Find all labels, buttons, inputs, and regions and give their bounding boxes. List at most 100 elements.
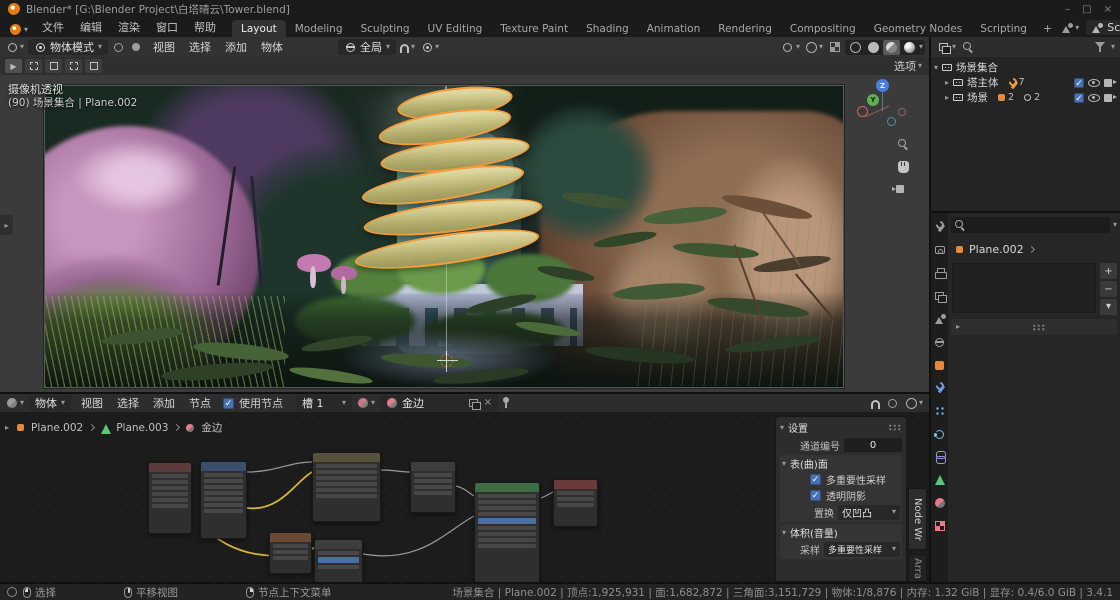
select-new-button[interactable] xyxy=(45,59,62,73)
node-header[interactable] xyxy=(270,533,311,542)
breadcrumb-object[interactable]: Plane.002 xyxy=(969,243,1024,256)
node-header[interactable] xyxy=(201,462,246,471)
slot-specials-button[interactable]: ▾ xyxy=(1100,299,1117,315)
outliner-row[interactable]: ▸ 场景 2 2 ✓ xyxy=(931,90,1120,105)
breadcrumb-mesh[interactable]: Plane.003 xyxy=(116,422,168,434)
pin-icon[interactable] xyxy=(501,397,510,409)
properties-tab-modifiers[interactable] xyxy=(934,382,946,394)
axis-x-handle[interactable] xyxy=(857,106,868,117)
mode-options-button[interactable] xyxy=(128,41,144,53)
axis-y-handle[interactable]: Y xyxy=(867,94,879,106)
sampling-dropdown[interactable]: 多重要性采样 ▾ xyxy=(824,541,900,557)
outliner-row[interactable]: ▾ 场景集合 xyxy=(931,60,1120,75)
node-header[interactable] xyxy=(475,483,539,492)
editor-type-button[interactable]: ▾ xyxy=(4,397,26,409)
use-nodes-checkbox[interactable]: ✓ 使用节点 xyxy=(221,395,285,411)
selectable-checkbox[interactable]: ✓ xyxy=(1074,92,1084,104)
properties-tab-constraints[interactable] xyxy=(934,451,946,464)
shading-material-button[interactable] xyxy=(882,39,900,55)
camera-view[interactable] xyxy=(44,85,844,388)
render-visibility-icon[interactable] xyxy=(1104,93,1117,102)
viewport-menu-item[interactable]: 添加 xyxy=(218,39,254,55)
chevron-icon[interactable]: ▸ xyxy=(945,78,949,87)
shader-node[interactable] xyxy=(553,479,598,527)
slot-dropdown[interactable]: 槽 1 ▾ xyxy=(296,395,353,411)
gizmos-toggle[interactable]: ▾ xyxy=(780,41,802,53)
shading-solid-button[interactable] xyxy=(865,40,882,55)
shading-rendered-button[interactable] xyxy=(901,40,918,55)
menubar-item[interactable]: 编辑 xyxy=(72,17,110,37)
properties-tab-scene[interactable] xyxy=(934,313,946,325)
node-header[interactable] xyxy=(313,453,380,462)
viewport-canvas[interactable]: 摄像机透视 (90) 场景集合 | Plane.002 ▸ Z Y xyxy=(0,75,929,392)
axis-neg-handle[interactable] xyxy=(887,117,896,126)
sidebar-tab-node-wrangler[interactable]: Node Wr xyxy=(908,488,927,550)
app-menu-button[interactable]: ▾ xyxy=(4,22,34,37)
node-menu-item[interactable]: 选择 xyxy=(110,395,146,411)
properties-tab-world[interactable] xyxy=(934,336,946,348)
properties-tab-render[interactable] xyxy=(934,244,946,256)
shader-node[interactable] xyxy=(474,482,540,582)
filter-icon[interactable] xyxy=(1094,41,1106,53)
chevron-icon[interactable]: ▾ xyxy=(934,63,938,72)
importance-sampling-checkbox[interactable]: ✓ 多重要性采样 xyxy=(810,472,900,487)
pass-value-field[interactable]: 0 xyxy=(844,438,902,452)
workspace-tab-layout[interactable]: Layout xyxy=(232,20,286,37)
menubar-item[interactable]: 文件 xyxy=(34,17,72,37)
properties-tab-physics[interactable] xyxy=(933,428,946,440)
workspace-tab-modeling[interactable]: Modeling xyxy=(286,20,352,37)
shader-node[interactable] xyxy=(269,532,312,574)
breadcrumb-material[interactable]: 金边 xyxy=(201,420,222,435)
sidebar-tab-arrange[interactable]: Arra xyxy=(908,554,927,582)
properties-tab-tool[interactable] xyxy=(934,221,946,233)
node-header[interactable] xyxy=(554,480,597,489)
expand-icon[interactable]: ▸ xyxy=(5,423,9,432)
properties-tab-particles[interactable] xyxy=(934,405,946,417)
viewport-options-button[interactable]: 选项 ▾ xyxy=(892,58,924,74)
chevron-icon[interactable]: ▸ xyxy=(945,93,949,102)
editor-type-button[interactable]: ▾ xyxy=(936,41,958,54)
unlink-material-icon[interactable]: × xyxy=(484,398,492,408)
workspace-tab-animation[interactable]: Animation xyxy=(638,20,710,37)
viewport-menu-item[interactable]: 视图 xyxy=(146,39,182,55)
mode-dropdown[interactable]: 物体模式 ▾ xyxy=(28,39,109,55)
transparent-shadow-checkbox[interactable]: ✓ 透明阴影 xyxy=(810,488,900,503)
mode-transfer-button[interactable] xyxy=(110,41,126,53)
close-button[interactable]: × xyxy=(1104,4,1112,15)
overlays-toggle[interactable]: ▾ xyxy=(804,41,825,53)
node-options-button[interactable]: ▾ xyxy=(904,397,925,409)
breadcrumb-object[interactable]: Plane.002 xyxy=(31,422,83,434)
snap-node-toggle[interactable] xyxy=(869,398,882,409)
node-menu-item[interactable]: 添加 xyxy=(146,395,182,411)
add-slot-button[interactable]: + xyxy=(1100,263,1117,279)
workspace-tab-texture-paint[interactable]: Texture Paint xyxy=(491,20,577,37)
shader-node[interactable] xyxy=(148,462,192,534)
select-subtract-button[interactable] xyxy=(85,59,102,73)
node-menu-item[interactable]: 节点 xyxy=(182,395,218,411)
xray-toggle[interactable] xyxy=(827,41,843,53)
minimize-button[interactable]: – xyxy=(1065,4,1070,15)
browse-scene-button[interactable]: ▾ xyxy=(1059,22,1081,34)
editor-type-button[interactable]: ▾ xyxy=(4,41,26,53)
properties-tab-view-layer[interactable] xyxy=(934,290,947,303)
orientation-dropdown[interactable]: 全局 ▾ xyxy=(338,39,397,55)
workspace-tab-rendering[interactable]: Rendering xyxy=(709,20,781,37)
workspace-tab-shading[interactable]: Shading xyxy=(577,20,638,37)
drag-grip-icon[interactable] xyxy=(888,424,902,431)
properties-search-input[interactable] xyxy=(951,217,1110,233)
node-canvas[interactable]: ▸ Plane.002 Plane.003 金边 ▾ 设置 通道编号 0 ▾ 表… xyxy=(0,412,929,582)
menubar-item[interactable]: 窗口 xyxy=(148,17,186,37)
properties-tab-object[interactable] xyxy=(934,359,946,371)
collapsed-panel[interactable]: ▸ xyxy=(951,319,1117,335)
select-extend-button[interactable] xyxy=(65,59,82,73)
scene-selector[interactable]: Scene × xyxy=(1086,20,1120,35)
select-box-button[interactable] xyxy=(25,59,42,73)
properties-tab-material[interactable] xyxy=(934,497,946,509)
chevron-down-icon[interactable]: ▾ xyxy=(1113,221,1117,229)
viewport-menu-item[interactable]: 物体 xyxy=(254,39,290,55)
snap-toggle[interactable]: ▾ xyxy=(398,42,417,53)
workspace-tab-geometry-nodes[interactable]: Geometry Nodes xyxy=(865,20,972,37)
selectable-checkbox[interactable]: ✓ xyxy=(1074,77,1084,89)
tool-play-button[interactable]: ▶ xyxy=(5,59,22,73)
shading-wireframe-button[interactable] xyxy=(847,40,864,55)
